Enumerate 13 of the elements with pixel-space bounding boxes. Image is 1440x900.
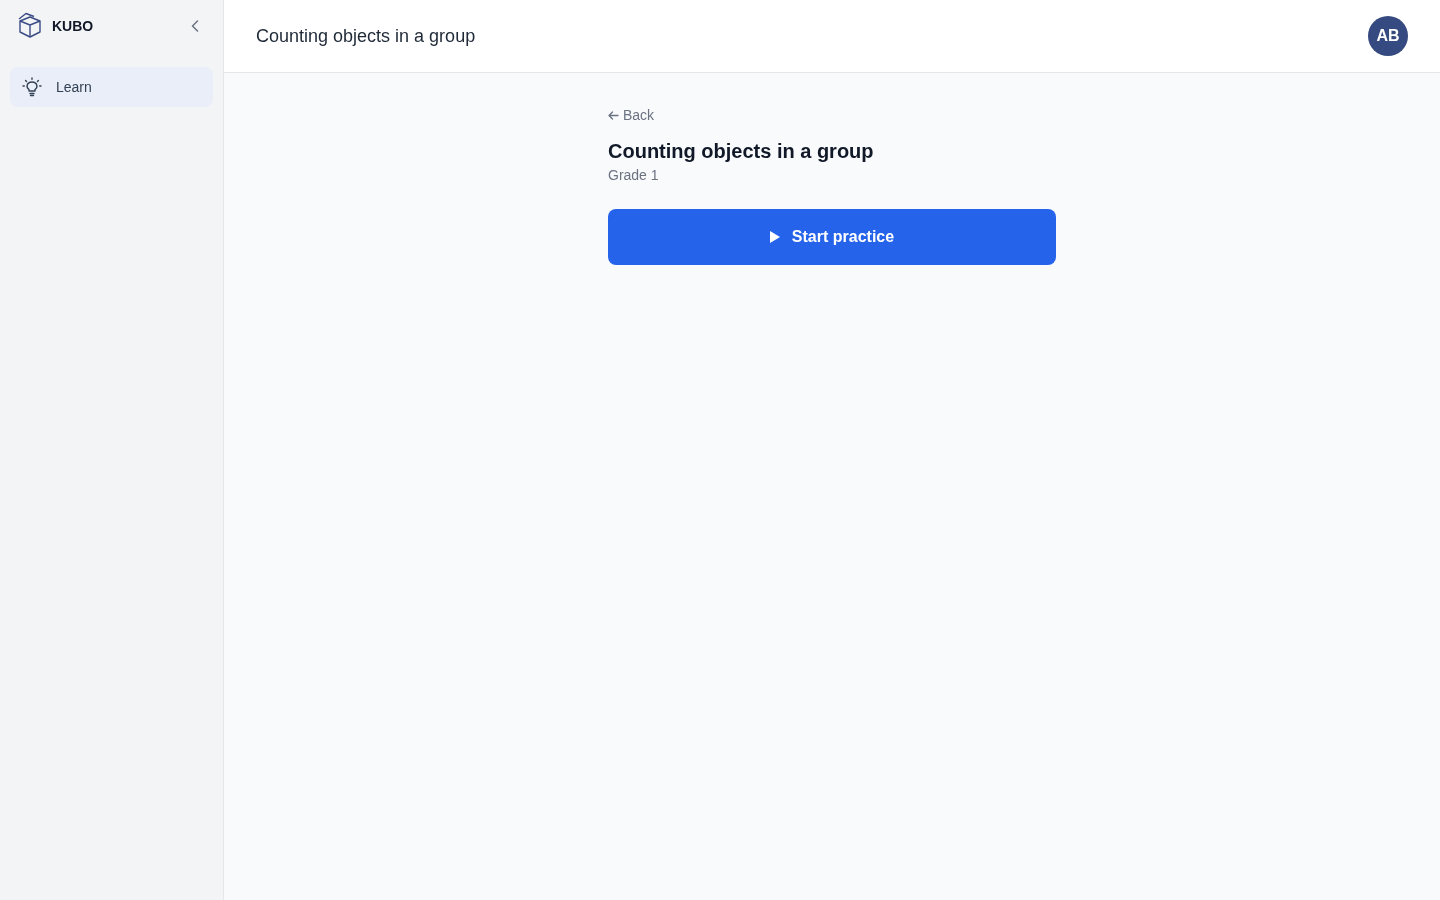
sidebar-nav-item[interactable]: Learn bbox=[10, 67, 213, 107]
lesson-title: Counting objects in a group bbox=[608, 139, 874, 164]
back-link[interactable]: Back bbox=[608, 105, 655, 125]
user-avatar[interactable]: AB bbox=[1368, 16, 1408, 56]
cube-logo-icon bbox=[16, 12, 44, 40]
chevron-left-icon bbox=[191, 20, 199, 32]
page-title: Counting objects in a group bbox=[256, 25, 476, 48]
arrow-left-icon bbox=[608, 110, 619, 120]
grade-label: Grade 1 bbox=[608, 166, 659, 185]
play-icon bbox=[769, 231, 780, 243]
lightbulb-icon bbox=[22, 77, 42, 97]
brand-name: KUBO bbox=[52, 17, 94, 36]
start-practice-button[interactable]: Start practice bbox=[608, 209, 1056, 265]
